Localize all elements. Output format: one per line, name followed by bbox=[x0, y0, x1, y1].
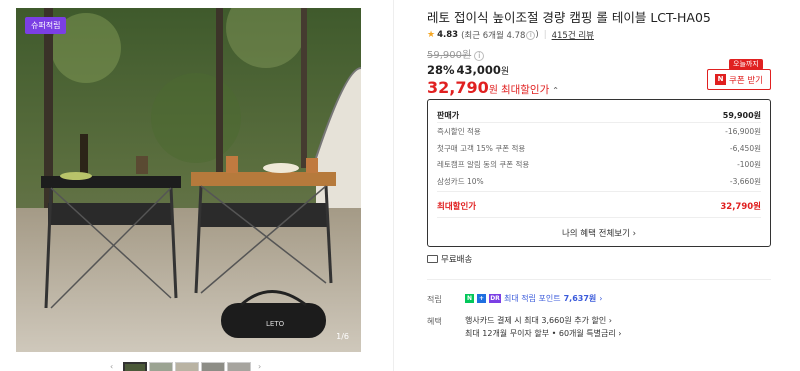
breakdown-row: 첫구매 고객 15% 쿠폰 적용 -6,450원 bbox=[437, 143, 761, 154]
breakdown-divider bbox=[437, 217, 761, 218]
breakdown-value: -6,450원 bbox=[729, 144, 761, 153]
max-discount-price-row[interactable]: 32,790원 최대할인가 ⌃ bbox=[427, 78, 559, 97]
sale-price: 43,000 bbox=[456, 63, 501, 77]
breakdown-value: 59,900원 bbox=[722, 111, 761, 120]
naver-n-icon: N bbox=[465, 294, 474, 303]
thumb-next-icon[interactable]: › bbox=[258, 362, 261, 371]
svg-text:LETO: LETO bbox=[266, 320, 285, 328]
chevron-right-icon: › bbox=[606, 316, 612, 325]
shipping-row: 무료배송 bbox=[427, 253, 472, 265]
chevron-up-icon[interactable]: ⌃ bbox=[552, 86, 559, 95]
thumb-prev-icon[interactable]: ‹ bbox=[110, 362, 113, 371]
breakdown-label: 삼성카드 10% bbox=[437, 177, 484, 186]
membership-icon: DR bbox=[489, 294, 501, 303]
breakdown-value: -100원 bbox=[737, 160, 761, 169]
thumbnail-5[interactable] bbox=[227, 362, 251, 371]
reviews-link[interactable]: 415건 리뷰 bbox=[552, 29, 594, 41]
thumbnail-2[interactable] bbox=[149, 362, 173, 371]
discount-rate: 28% bbox=[427, 63, 455, 77]
original-price-row: 59,900원 i bbox=[427, 46, 485, 61]
thumbnail-3[interactable] bbox=[175, 362, 199, 371]
coupon-download-button[interactable]: N 쿠폰 받기 bbox=[707, 69, 771, 90]
breakdown-label: 첫구매 고객 15% 쿠폰 적용 bbox=[437, 144, 526, 153]
breakdown-divider bbox=[437, 191, 761, 192]
plus-icon: + bbox=[477, 294, 486, 303]
section-divider bbox=[427, 279, 771, 280]
image-counter: 1/6 bbox=[336, 332, 349, 341]
column-divider bbox=[393, 0, 394, 371]
breakdown-label: 판매가 bbox=[437, 111, 460, 120]
thumbnail-strip bbox=[123, 362, 251, 371]
all-benefits-link[interactable]: 나의 혜택 전체보기 › bbox=[428, 227, 770, 239]
naver-n-icon: N bbox=[715, 74, 726, 85]
max-discount-price: 32,790 bbox=[427, 78, 489, 97]
points-row[interactable]: N + DR 최대 적립 포인트 7,637원 › bbox=[465, 293, 602, 304]
product-main-image[interactable]: LETO 슈퍼적립 1/6 bbox=[16, 8, 361, 352]
rating-detail: (최근 6개월 4.78 bbox=[461, 31, 526, 41]
breakdown-total-value: 32,790원 bbox=[720, 202, 761, 212]
max-price-unit: 원 bbox=[488, 85, 498, 96]
thumbnail-1[interactable] bbox=[123, 362, 147, 371]
breakdown-row: 즉시할인 적용 -16,900원 bbox=[437, 126, 761, 137]
breakdown-value: -3,660원 bbox=[729, 177, 761, 186]
breakdown-label: 레토캠프 알림 동의 쿠폰 적용 bbox=[437, 160, 530, 169]
original-price: 59,900원 bbox=[427, 50, 472, 61]
card-discount-text: 행사카드 결제 시 최대 3,660원 추가 할인 bbox=[465, 316, 607, 325]
sale-price-row: 28% 43,000원 bbox=[427, 63, 509, 77]
installment-text: 최대 12개월 무이자 할부 • 60개월 특별금리 bbox=[465, 329, 616, 338]
product-title: 레토 접이식 높이조절 경량 캠핑 롤 테이블 LCT-HA05 bbox=[427, 10, 711, 25]
star-icon: ★ bbox=[427, 30, 436, 40]
points-text: 최대 적립 포인트 bbox=[504, 294, 561, 303]
chevron-right-icon: › bbox=[629, 229, 637, 239]
truck-icon bbox=[427, 255, 438, 263]
price-info-icon[interactable]: i bbox=[474, 51, 485, 61]
rating-score: 4.83 bbox=[437, 30, 459, 40]
installment-link[interactable]: 최대 12개월 무이자 할부 • 60개월 특별금리 › bbox=[465, 328, 622, 339]
breakdown-list-price: 판매가 59,900원 bbox=[437, 110, 761, 121]
points-amount: 7,637원 bbox=[563, 294, 597, 303]
chevron-right-icon: › bbox=[615, 329, 622, 338]
chevron-right-icon: › bbox=[599, 294, 603, 303]
rating-detail-close: ) bbox=[535, 30, 539, 40]
breakdown-row: 레토캠프 알림 동의 쿠폰 적용 -100원 bbox=[437, 159, 761, 170]
sale-price-unit: 원 bbox=[500, 67, 510, 77]
separator: | bbox=[543, 30, 547, 40]
breakdown-total-label: 최대할인가 bbox=[437, 202, 477, 212]
product-photo: LETO bbox=[16, 8, 361, 352]
super-points-badge: 슈퍼적립 bbox=[25, 17, 67, 34]
breakdown-total: 최대할인가 32,790원 bbox=[437, 200, 761, 212]
card-discount-link[interactable]: 행사카드 결제 시 최대 3,660원 추가 할인 › bbox=[465, 315, 612, 326]
rating-row: ★ 4.83 (최근 6개월 4.78 i ) | 415건 리뷰 bbox=[427, 29, 594, 41]
shipping-label: 무료배송 bbox=[441, 255, 473, 265]
thumbnail-4[interactable] bbox=[201, 362, 225, 371]
breakdown-label: 즉시할인 적용 bbox=[437, 127, 481, 136]
breakdown-value: -16,900원 bbox=[725, 127, 761, 136]
max-discount-label: 최대할인가 bbox=[500, 84, 550, 96]
points-label: 적립 bbox=[427, 295, 442, 304]
card-benefit-label: 혜택 bbox=[427, 317, 442, 326]
breakdown-row: 삼성카드 10% -3,660원 bbox=[437, 176, 761, 187]
info-icon[interactable]: i bbox=[526, 30, 536, 40]
coupon-button-label: 쿠폰 받기 bbox=[729, 75, 763, 86]
breakdown-divider bbox=[437, 122, 761, 123]
discount-breakdown-box: 판매가 59,900원 즉시할인 적용 -16,900원 첫구매 고객 15% … bbox=[427, 99, 771, 247]
all-benefits-label: 나의 혜택 전체보기 bbox=[561, 229, 630, 239]
